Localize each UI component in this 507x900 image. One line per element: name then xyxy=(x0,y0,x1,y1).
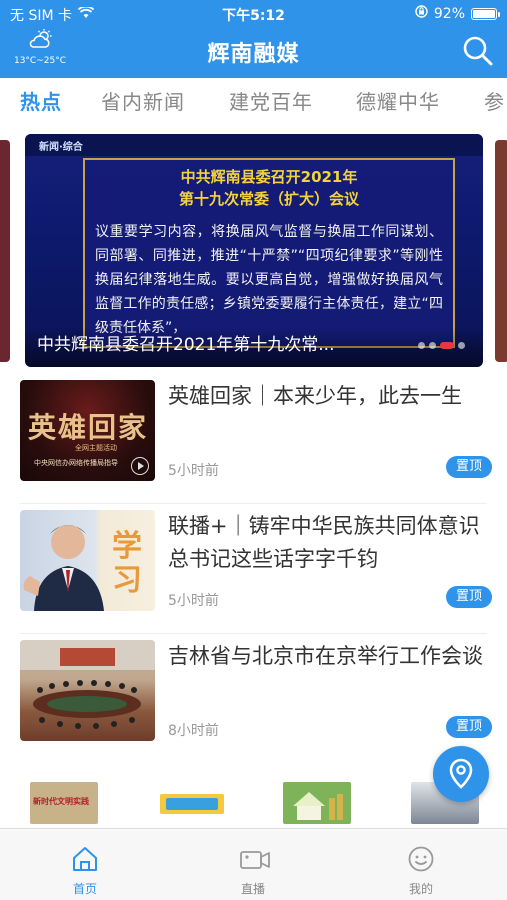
thumb-title-text: 英雄回家 xyxy=(28,411,149,444)
battery-fill xyxy=(473,9,495,18)
location-button[interactable] xyxy=(433,746,489,802)
nav-label: 首页 xyxy=(72,882,97,896)
service-shortcuts: 新时代文明实践 xyxy=(0,764,507,828)
service-civilization-practice[interactable]: 新时代文明实践 xyxy=(30,782,98,824)
service-logo-graphic xyxy=(166,798,218,810)
banner-top-strip: 新闻·综合 xyxy=(25,134,483,156)
status-right: 92% xyxy=(415,5,500,22)
pinned-badge: 置顶 xyxy=(446,586,492,608)
banner-body-text: 议重要学习内容，将换届风气监督与换届工作同谋划、同部署、同推进，推进“十严禁”“… xyxy=(95,224,443,336)
banner-headline-line1: 中共辉南县委召开2021年 xyxy=(180,168,358,186)
category-tabs: 热点 省内新闻 建党百年 德耀中华 参 xyxy=(0,78,507,122)
tab-hot[interactable]: 热点 xyxy=(20,86,62,115)
news-thumbnail xyxy=(20,640,155,741)
news-item[interactable]: 吉林省与北京市在京举行工作会谈 8小时前 置顶 xyxy=(0,634,507,764)
news-time: 5小时前 xyxy=(168,593,219,609)
banner-prev-peek[interactable] xyxy=(0,140,10,362)
news-item[interactable]: 英雄回家 全网主题活动 中央网信办网络传播局指导 英雄回家｜本来少年，此去一生 … xyxy=(0,374,507,504)
banner-text-panel: 中共辉南县委召开2021年 第十九次常委（扩大）会议 议重要学习内容，将换届风气… xyxy=(83,158,455,348)
service-label: 新时代文明实践 xyxy=(33,797,89,806)
banner-next-peek[interactable] xyxy=(495,140,507,362)
video-camera-icon xyxy=(239,845,270,873)
carousel-dot[interactable] xyxy=(429,342,436,349)
orientation-lock-icon xyxy=(415,5,428,22)
smiley-user-icon xyxy=(407,845,435,873)
news-list: 英雄回家 全网主题活动 中央网信办网络传播局指导 英雄回家｜本来少年，此去一生 … xyxy=(0,374,507,764)
app-title: 辉南融媒 xyxy=(207,42,300,67)
home-icon xyxy=(71,845,99,873)
app-header: 无 SIM 卡 下午5:12 92% 13°C~25°C 辉南融媒 xyxy=(0,0,507,78)
person-figure xyxy=(23,525,104,611)
house-money-icon xyxy=(293,792,343,820)
tab-more[interactable]: 参 xyxy=(484,86,505,115)
battery-percent: 92% xyxy=(433,5,465,22)
thumb-subtitle: 全网主题活动 xyxy=(75,444,117,452)
news-thumbnail: 英雄回家 全网主题活动 中央网信办网络传播局指导 xyxy=(20,380,155,481)
carousel-dot[interactable] xyxy=(458,342,465,349)
banner-slide[interactable]: 新闻·综合 中共辉南县委召开2021年 第十九次常委（扩大）会议 议重要学习内容… xyxy=(25,134,483,367)
video-play-icon xyxy=(131,457,149,475)
carousel-dot[interactable] xyxy=(418,342,425,349)
bottom-navigation: 首页 直播 我的 xyxy=(0,828,507,900)
meeting-scene xyxy=(20,640,155,729)
tab-party-centenary[interactable]: 建党百年 xyxy=(229,86,313,115)
nav-home[interactable]: 首页 xyxy=(25,829,145,900)
pinned-badge: 置顶 xyxy=(446,716,492,738)
pinned-badge: 置顶 xyxy=(446,456,492,478)
news-time: 5小时前 xyxy=(168,463,219,479)
search-button[interactable] xyxy=(461,34,495,68)
tab-provincial-news[interactable]: 省内新闻 xyxy=(101,86,185,115)
status-bar: 无 SIM 卡 下午5:12 92% xyxy=(0,0,507,28)
banner-caption: 中共辉南县委召开2021年第十九次常... xyxy=(37,335,335,355)
nav-live[interactable]: 直播 xyxy=(193,829,313,900)
nav-profile[interactable]: 我的 xyxy=(361,829,481,900)
thumb-title-text: 学习 xyxy=(112,529,142,598)
banner-carousel: 新闻·综合 中共辉南县委召开2021年 第十九次常委（扩大）会议 议重要学习内容… xyxy=(0,122,507,374)
location-pin-icon xyxy=(433,758,489,806)
news-item[interactable]: 学习 联播+｜铸牢中华民族共同体意识 总书记这些话字字千钧 5小时前 置顶 xyxy=(0,504,507,634)
news-time: 8小时前 xyxy=(168,723,219,739)
nav-label: 直播 xyxy=(240,882,265,896)
thumb-caption: 中央网信办网络传播局指导 xyxy=(34,459,118,467)
carousel-dots xyxy=(418,342,465,349)
service-banner-2[interactable] xyxy=(160,794,224,814)
news-thumbnail: 学习 xyxy=(20,510,155,611)
search-icon xyxy=(461,36,495,72)
battery-icon xyxy=(471,7,500,20)
banner-headline-line2: 第十九次常委（扩大）会议 xyxy=(178,190,359,208)
news-title: 英雄回家｜本来少年，此去一生 xyxy=(168,384,462,408)
service-banner-3[interactable] xyxy=(283,782,351,824)
tab-virtue-china[interactable]: 德耀中华 xyxy=(356,86,440,115)
channel-logo: 新闻·综合 xyxy=(39,142,83,153)
news-title: 联播+｜铸牢中华民族共同体意识 总书记这些话字字千钧 xyxy=(168,514,480,571)
carousel-dot-active[interactable] xyxy=(440,342,454,349)
news-title: 吉林省与北京市在京举行工作会谈 xyxy=(168,644,483,668)
nav-label: 我的 xyxy=(408,882,433,896)
